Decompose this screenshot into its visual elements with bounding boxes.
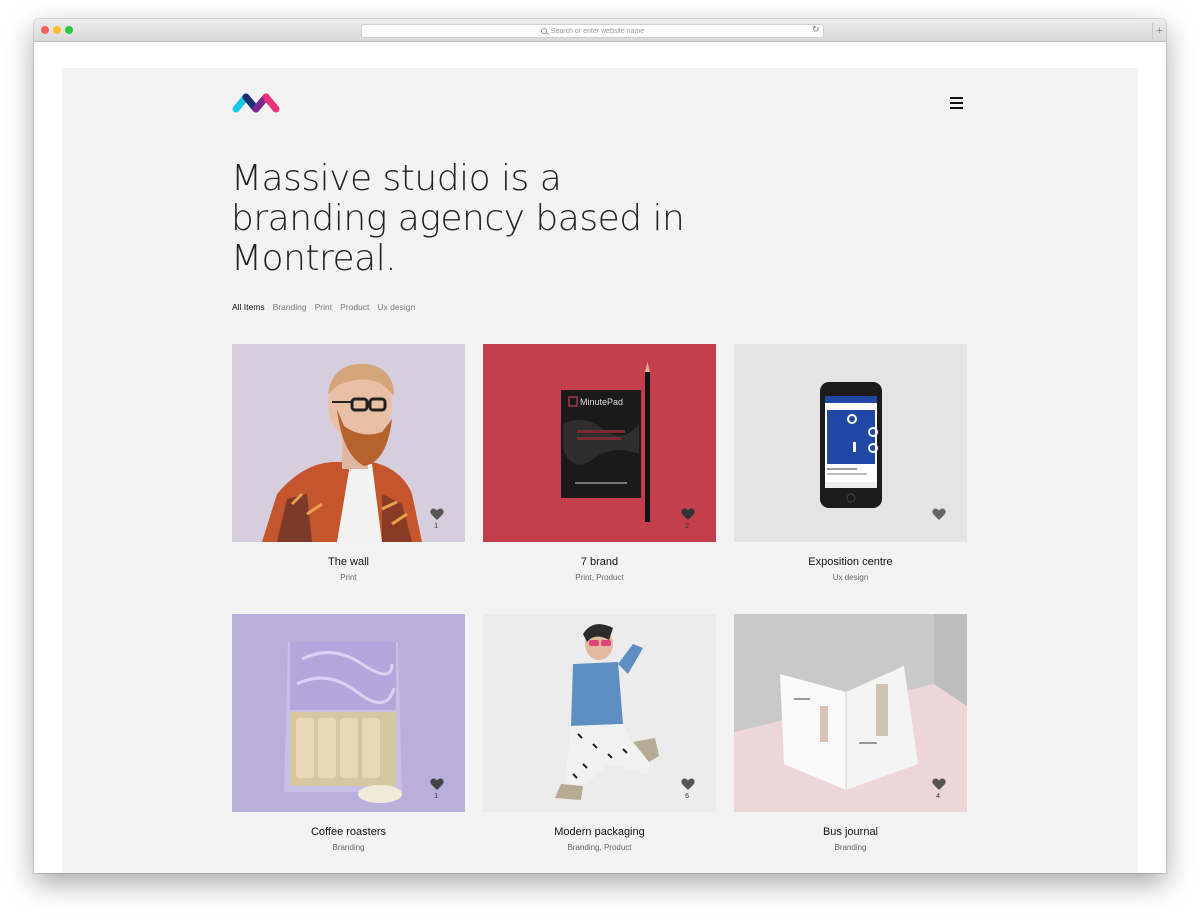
search-icon — [540, 28, 547, 34]
heart-icon[interactable] — [932, 508, 946, 520]
reload-icon[interactable]: ↻ — [812, 25, 821, 34]
new-tab-button[interactable]: + — [1152, 23, 1166, 39]
like-count: 1 — [434, 793, 438, 800]
like-count: 1 — [434, 523, 438, 530]
browser-toolbar: Search or enter website name ↻ + — [34, 19, 1166, 42]
browser-window: Search or enter website name ↻ + Massive… — [34, 19, 1166, 873]
project-category: Print, Product — [575, 573, 624, 582]
project-card[interactable]: 1 The wall Print — [232, 344, 465, 582]
address-placeholder: Search or enter website name — [550, 27, 645, 35]
project-thumbnail[interactable]: 1 — [232, 614, 465, 812]
project-category: Print — [340, 573, 357, 582]
project-title[interactable]: 7 brand — [483, 556, 716, 568]
project-thumbnail[interactable]: 1 — [232, 344, 465, 542]
project-title[interactable]: Bus journal — [734, 826, 967, 838]
project-thumbnail[interactable]: 6 — [483, 614, 716, 812]
heart-icon[interactable] — [932, 778, 946, 790]
heart-icon[interactable] — [430, 778, 444, 790]
project-thumbnail[interactable] — [734, 344, 967, 542]
like-count: 2 — [685, 523, 689, 530]
like-count: 6 — [685, 793, 689, 800]
logo-icon[interactable] — [232, 92, 280, 114]
project-title[interactable]: Modern packaging — [483, 826, 716, 838]
project-category: Ux design — [832, 573, 869, 582]
close-window-button[interactable] — [41, 26, 49, 34]
minimize-window-button[interactable] — [53, 26, 61, 34]
project-title[interactable]: Coffee roasters — [232, 826, 465, 838]
project-thumbnail[interactable]: MinutePad 2 — [483, 344, 716, 542]
filter-print[interactable]: Print — [315, 302, 332, 312]
notebook-brand-text: MinutePad — [580, 397, 623, 407]
category-filters: All Items Branding Print Product Ux desi… — [232, 302, 415, 312]
filter-ux-design[interactable]: Ux design — [377, 302, 415, 312]
project-card[interactable]: 6 Modern packaging Branding, Product — [483, 614, 716, 852]
heart-icon[interactable] — [681, 508, 695, 520]
filter-product[interactable]: Product — [340, 302, 369, 312]
project-title[interactable]: Exposition centre — [734, 556, 967, 568]
page-content: Massive studio is a branding agency base… — [62, 68, 1138, 873]
project-category: Branding, Product — [567, 843, 632, 852]
filter-all-items[interactable]: All Items — [232, 302, 265, 312]
heart-icon[interactable] — [681, 778, 695, 790]
address-bar[interactable]: Search or enter website name — [361, 24, 824, 38]
project-category: Branding — [332, 843, 365, 852]
project-title[interactable]: The wall — [232, 556, 465, 568]
zoom-window-button[interactable] — [65, 26, 73, 34]
heart-icon[interactable] — [430, 508, 444, 520]
project-card[interactable]: 4 Bus journal Branding — [734, 614, 967, 852]
project-thumbnail[interactable]: 4 — [734, 614, 967, 812]
project-card[interactable]: 1 Coffee roasters Branding — [232, 614, 465, 852]
project-card[interactable]: MinutePad 2 7 brand Print, Product — [483, 344, 716, 582]
filter-branding[interactable]: Branding — [273, 302, 307, 312]
project-category: Branding — [834, 843, 867, 852]
menu-icon[interactable] — [950, 97, 963, 109]
page-headline: Massive studio is a branding agency base… — [231, 158, 685, 279]
project-card[interactable]: Exposition centre Ux design — [734, 344, 967, 582]
like-count: 4 — [936, 793, 940, 800]
